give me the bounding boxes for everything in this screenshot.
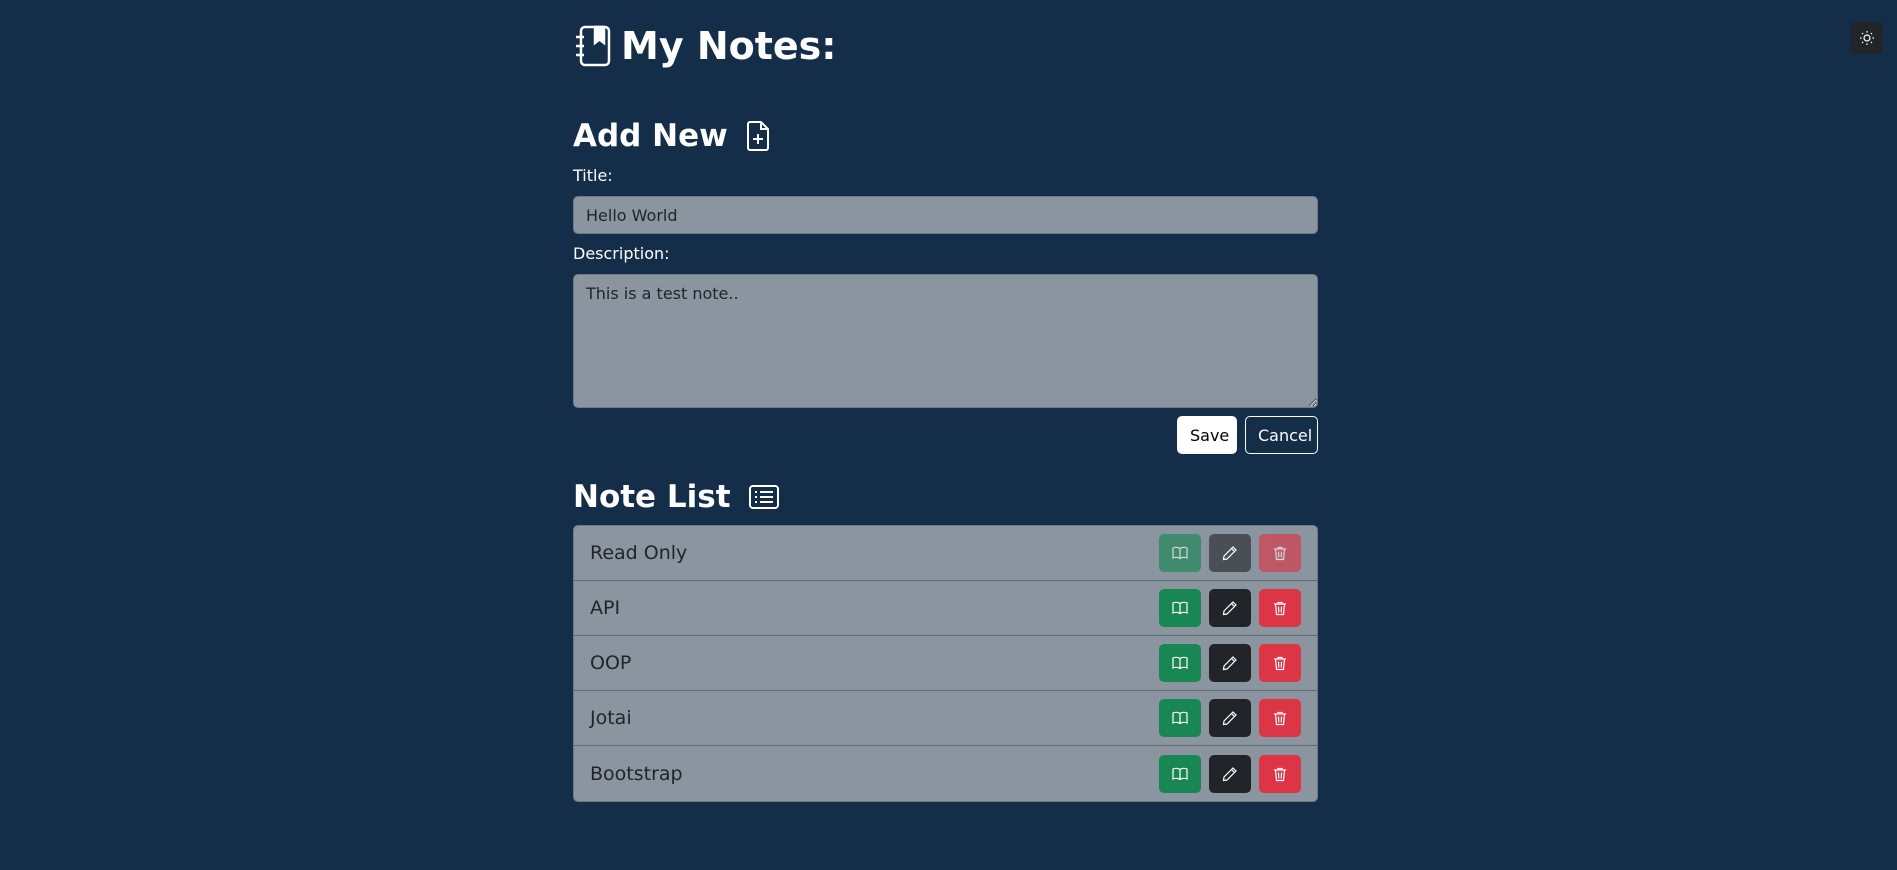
book-icon xyxy=(1172,546,1188,560)
delete-note-button xyxy=(1259,534,1301,572)
note-actions xyxy=(1159,699,1301,737)
note-title: Read Only xyxy=(590,542,688,564)
note-actions xyxy=(1159,589,1301,627)
note-list-heading: Note List xyxy=(573,477,779,517)
note-title: Bootstrap xyxy=(590,762,683,785)
book-icon xyxy=(1172,601,1188,615)
read-note-button[interactable] xyxy=(1159,644,1201,682)
note-actions xyxy=(1159,644,1301,682)
edit-note-button[interactable] xyxy=(1209,754,1251,793)
trash-icon xyxy=(1274,767,1286,781)
read-note-button[interactable] xyxy=(1159,699,1201,737)
book-icon xyxy=(1172,767,1188,780)
app-title: My Notes: xyxy=(573,22,836,70)
pencil-icon xyxy=(1222,601,1237,616)
add-new-heading-text: Add New xyxy=(573,118,728,154)
edit-note-button[interactable] xyxy=(1209,644,1251,682)
app-title-text: My Notes: xyxy=(621,24,837,68)
file-plus-icon xyxy=(746,121,769,151)
book-icon xyxy=(1172,656,1188,670)
read-note-button[interactable] xyxy=(1159,754,1201,793)
description-label: Description: xyxy=(573,244,670,263)
title-label: Title: xyxy=(573,166,613,185)
edit-note-button xyxy=(1209,534,1251,572)
pencil-icon xyxy=(1222,766,1237,781)
note-list: Read Only API OOP Jotai Bootstrap xyxy=(573,525,1318,802)
pencil-icon xyxy=(1222,711,1237,726)
delete-note-button[interactable] xyxy=(1259,644,1301,682)
add-new-heading: Add New xyxy=(573,116,770,156)
trash-icon xyxy=(1274,711,1286,726)
edit-note-button[interactable] xyxy=(1209,589,1251,627)
note-list-heading-text: Note List xyxy=(573,479,731,515)
list-icon xyxy=(748,485,779,509)
book-icon xyxy=(1172,711,1188,725)
note-actions xyxy=(1159,534,1301,572)
pencil-icon xyxy=(1222,656,1237,671)
note-row: OOP xyxy=(574,636,1317,691)
notebook-icon xyxy=(576,25,611,67)
note-row: Bootstrap xyxy=(574,746,1317,801)
read-note-button[interactable] xyxy=(1159,589,1201,627)
cancel-button[interactable]: Cancel xyxy=(1245,416,1318,454)
trash-icon xyxy=(1274,656,1286,671)
delete-note-button[interactable] xyxy=(1259,589,1301,627)
edit-note-button[interactable] xyxy=(1209,699,1251,737)
description-textarea[interactable]: This is a test note.. xyxy=(573,274,1318,408)
delete-note-button[interactable] xyxy=(1259,699,1301,737)
trash-icon xyxy=(1274,546,1286,561)
title-input[interactable] xyxy=(573,196,1318,234)
read-note-button xyxy=(1159,534,1201,572)
note-actions xyxy=(1159,754,1301,793)
note-title: OOP xyxy=(590,652,632,674)
note-row: Read Only xyxy=(574,526,1317,581)
note-row: API xyxy=(574,581,1317,636)
pencil-icon xyxy=(1222,546,1237,561)
theme-toggle-button[interactable] xyxy=(1851,22,1883,54)
note-row: Jotai xyxy=(574,691,1317,746)
trash-icon xyxy=(1274,601,1286,616)
delete-note-button[interactable] xyxy=(1259,754,1301,793)
sun-icon xyxy=(1860,31,1874,45)
note-title: Jotai xyxy=(590,707,632,729)
save-button[interactable]: Save xyxy=(1177,416,1237,454)
note-title: API xyxy=(590,597,621,619)
